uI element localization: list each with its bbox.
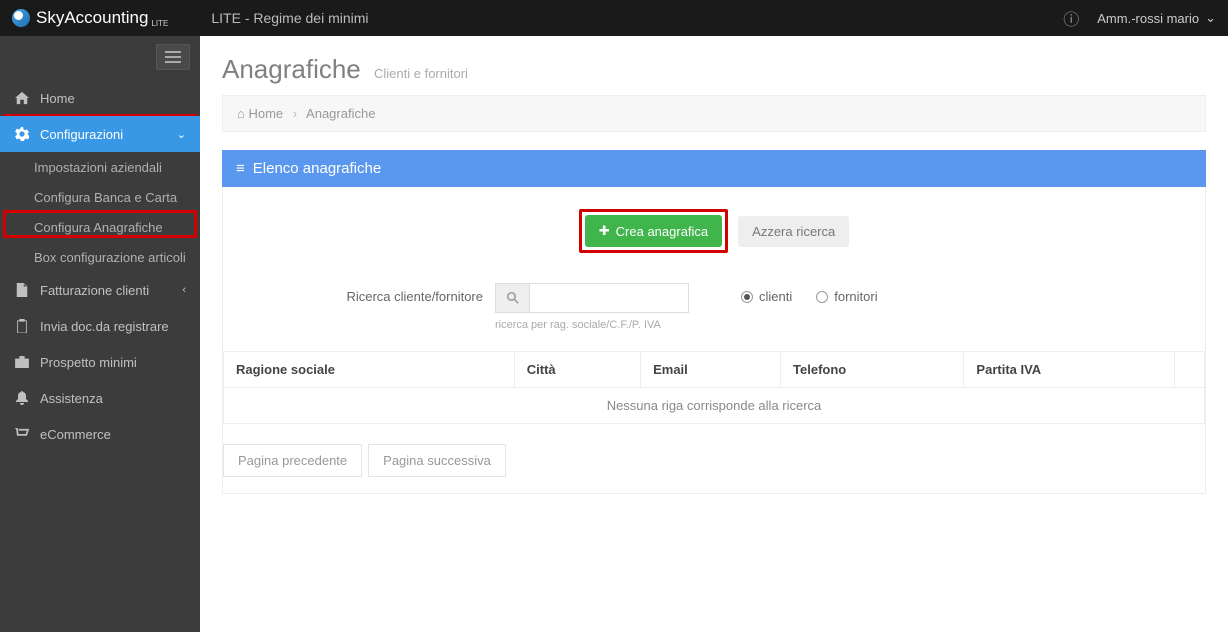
nav-prospetto-label: Prospetto minimi: [40, 355, 137, 370]
cogs-icon: [14, 126, 30, 142]
pager: Pagina precedente Pagina successiva: [223, 444, 1205, 477]
next-page-label: Pagina successiva: [383, 453, 491, 468]
nav-invia-doc-label: Invia doc.da registrare: [40, 319, 169, 334]
reset-button-label: Azzera ricerca: [752, 224, 835, 239]
create-button-label: Crea anagrafica: [616, 224, 709, 239]
nav-sub-configura-banca[interactable]: Configura Banca e Carta: [0, 182, 200, 212]
th-ragione-sociale[interactable]: Ragione sociale: [224, 352, 515, 388]
clipboard-icon: [14, 318, 30, 334]
panel-body: ✚ Crea anagrafica Azzera ricerca Ricerca…: [222, 187, 1206, 494]
table-empty-message: Nessuna riga corrisponde alla ricerca: [224, 388, 1205, 424]
nav-configurazioni[interactable]: Configurazioni ⌄: [0, 116, 200, 152]
th-citta[interactable]: Città: [514, 352, 640, 388]
main-content: Anagrafiche Clienti e fornitori ⌂ Home ›…: [200, 36, 1228, 632]
brand-sub: LITE: [151, 19, 168, 28]
nav-sub-label: Impostazioni aziendali: [34, 160, 162, 175]
prev-page-button[interactable]: Pagina precedente: [223, 444, 362, 477]
th-actions: [1175, 352, 1205, 388]
search-hint: ricerca per rag. sociale/C.F./P. IVA: [495, 319, 689, 331]
radio-fornitori-label: fornitori: [834, 289, 877, 304]
info-icon[interactable]: ⓘ: [1063, 6, 1079, 30]
chevron-down-icon: ⌄: [177, 128, 186, 141]
radio-clienti-label: clienti: [759, 289, 792, 304]
nav-fatturazione[interactable]: Fatturazione clienti ‹: [0, 272, 200, 308]
file-icon: [14, 282, 30, 298]
nav-sub-label: Configura Anagrafiche: [34, 220, 163, 235]
next-page-button[interactable]: Pagina successiva: [368, 444, 506, 477]
user-menu[interactable]: Amm.-rossi mario ⌄: [1097, 10, 1216, 26]
brand-logo-mark: [12, 9, 30, 27]
page-title: Anagrafiche Clienti e fornitori: [222, 54, 1206, 85]
cart-icon: [14, 426, 30, 442]
prev-page-label: Pagina precedente: [238, 453, 347, 468]
brand-name: SkyAccounting: [36, 8, 148, 28]
page-title-text: Anagrafiche: [222, 54, 361, 84]
radio-clienti[interactable]: clienti: [741, 289, 792, 304]
briefcase-icon: [14, 354, 30, 370]
breadcrumb-home[interactable]: Home: [248, 106, 283, 121]
nav-prospetto[interactable]: Prospetto minimi: [0, 344, 200, 380]
search-input[interactable]: [529, 283, 689, 313]
highlight-crea-anagrafica: ✚ Crea anagrafica: [579, 209, 728, 253]
chevron-down-icon: ⌄: [1205, 10, 1216, 26]
nav-assistenza-label: Assistenza: [40, 391, 103, 406]
nav-ecommerce-label: eCommerce: [40, 427, 111, 442]
nav-home[interactable]: Home: [0, 80, 200, 116]
sidebar: Home Configurazioni ⌄ Impostazioni azien…: [0, 36, 200, 632]
th-email[interactable]: Email: [641, 352, 781, 388]
nav-fatturazione-label: Fatturazione clienti: [40, 283, 149, 298]
radio-dot-icon: [816, 291, 828, 303]
chevron-left-icon: ‹: [182, 284, 186, 296]
home-icon: ⌂: [237, 106, 245, 121]
top-center-title: LITE - Regime dei minimi: [211, 10, 368, 26]
nav-assistenza[interactable]: Assistenza: [0, 380, 200, 416]
list-icon: ≡: [236, 160, 245, 177]
th-partita-iva[interactable]: Partita IVA: [964, 352, 1175, 388]
nav-sub-label: Configura Banca e Carta: [34, 190, 177, 205]
nav-invia-doc[interactable]: Invia doc.da registrare: [0, 308, 200, 344]
brand-logo[interactable]: SkyAccounting LITE: [12, 8, 171, 28]
panel-header: ≡ Elenco anagrafiche: [222, 150, 1206, 187]
create-anagrafica-button[interactable]: ✚ Crea anagrafica: [585, 215, 722, 247]
th-telefono[interactable]: Telefono: [781, 352, 964, 388]
page-subtitle: Clienti e fornitori: [374, 66, 468, 81]
sidebar-toggle-button[interactable]: [156, 44, 190, 70]
nav-ecommerce[interactable]: eCommerce: [0, 416, 200, 452]
search-label: Ricerca cliente/fornitore: [223, 283, 483, 304]
user-name: Amm.-rossi mario: [1097, 11, 1199, 26]
nav-configurazioni-label: Configurazioni: [40, 127, 123, 142]
chevron-right-icon: ›: [293, 106, 297, 121]
search-row: Ricerca cliente/fornitore ricerca per ra…: [223, 277, 1205, 351]
search-icon: [495, 283, 529, 313]
reset-search-button[interactable]: Azzera ricerca: [738, 216, 849, 247]
bell-icon: [14, 390, 30, 406]
nav-sub-configura-anagrafiche[interactable]: Configura Anagrafiche: [0, 212, 200, 242]
radio-dot-icon: [741, 291, 753, 303]
plus-icon: ✚: [599, 223, 610, 239]
panel-title: Elenco anagrafiche: [253, 160, 381, 177]
breadcrumb-current: Anagrafiche: [306, 106, 375, 121]
nav-sub-label: Box configurazione articoli: [34, 250, 186, 265]
search-type-radio-group: clienti fornitori: [741, 283, 878, 304]
results-table: Ragione sociale Città Email Telefono Par…: [223, 351, 1205, 424]
action-row: ✚ Crea anagrafica Azzera ricerca: [223, 203, 1205, 277]
radio-fornitori[interactable]: fornitori: [816, 289, 877, 304]
breadcrumb: ⌂ Home › Anagrafiche: [222, 95, 1206, 132]
nav-sub-impostazioni-aziendali[interactable]: Impostazioni aziendali: [0, 152, 200, 182]
nav-sub-box-articoli[interactable]: Box configurazione articoli: [0, 242, 200, 272]
topbar: SkyAccounting LITE LITE - Regime dei min…: [0, 0, 1228, 36]
home-icon: [14, 90, 30, 106]
nav-home-label: Home: [40, 91, 75, 106]
